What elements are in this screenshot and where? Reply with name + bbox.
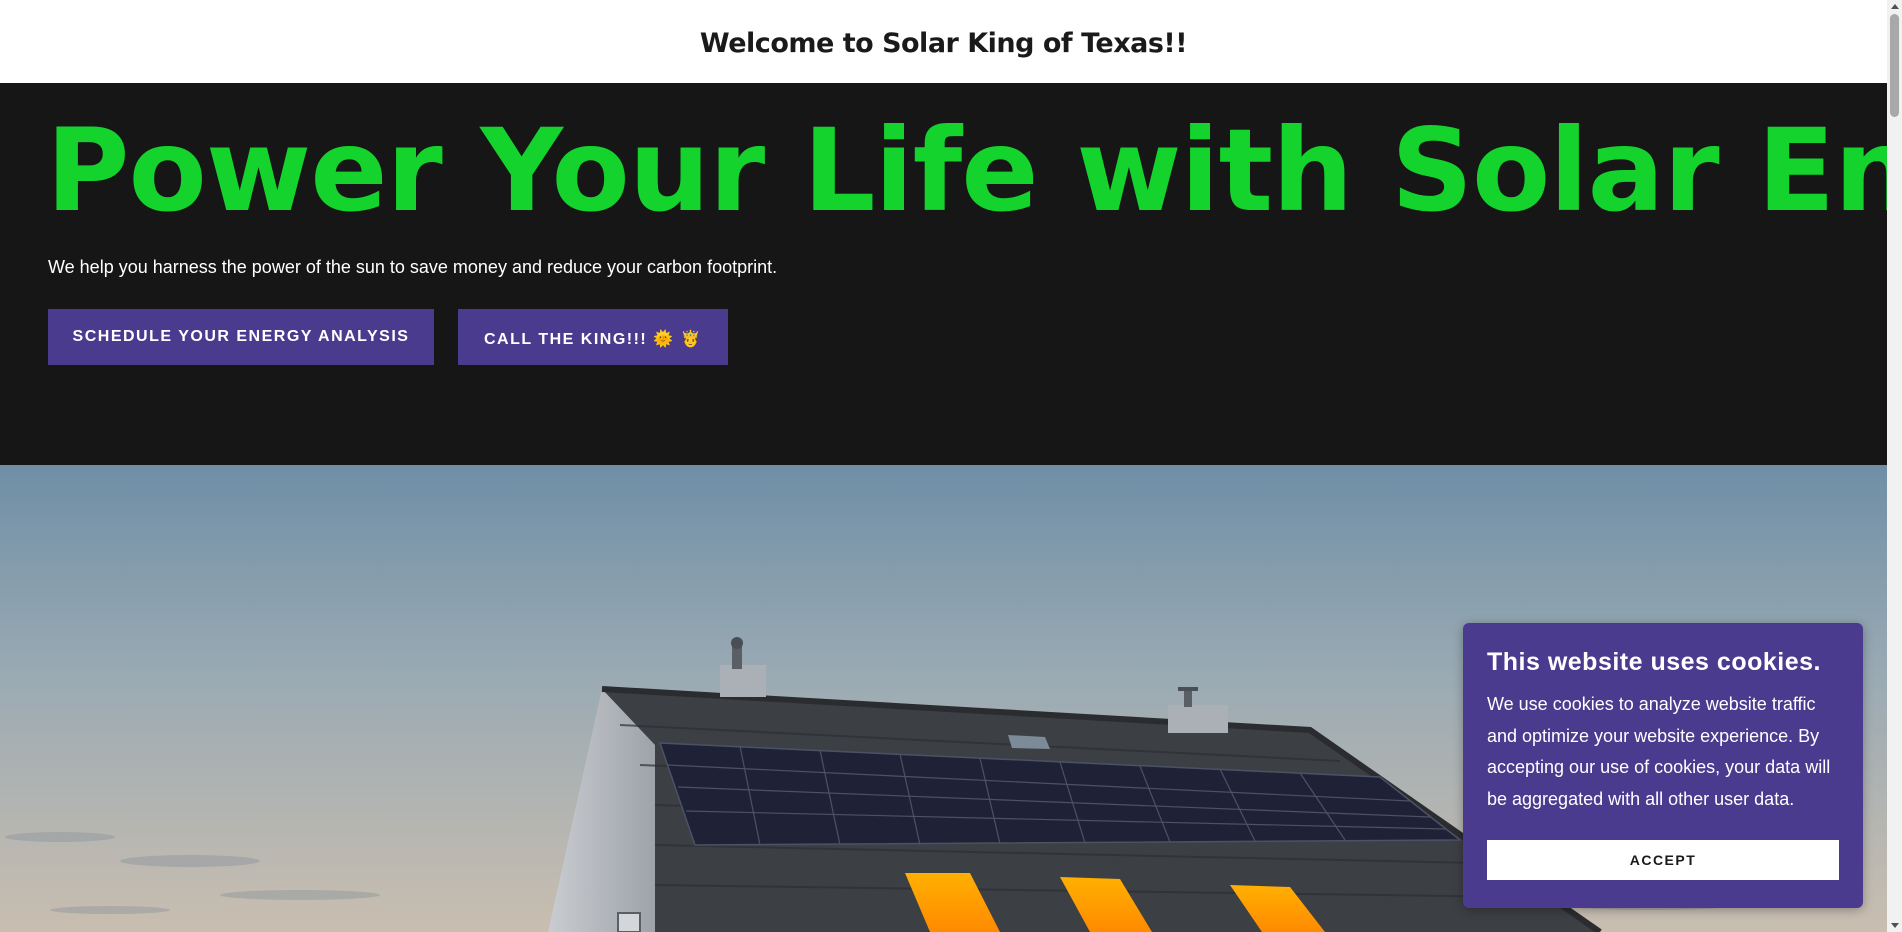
page: Welcome to Solar King of Texas!! Power Y… [0, 0, 1902, 932]
hero-section: Power Your Life with Solar Energy We hel… [0, 83, 1902, 465]
cookie-body: We use cookies to analyze website traffi… [1487, 694, 1831, 809]
accept-cookies-button[interactable]: ACCEPT [1487, 840, 1839, 880]
scroll-up-icon[interactable] [1891, 4, 1899, 9]
scrollbar[interactable] [1887, 0, 1902, 932]
cookie-banner: This website uses cookies. We use cookie… [1463, 623, 1863, 908]
announcement-bar: Welcome to Solar King of Texas!! [0, 0, 1887, 83]
scrollbar-thumb[interactable] [1890, 14, 1899, 117]
hero-title: Power Your Life with Solar Energy [46, 104, 1902, 237]
announcement-text: Welcome to Solar King of Texas!! [699, 28, 1188, 59]
cookie-title: This website uses cookies. [1487, 648, 1821, 676]
schedule-analysis-button[interactable]: SCHEDULE YOUR ENERGY ANALYSIS [48, 309, 434, 365]
call-the-king-button[interactable]: CALL THE KING!!! 🌞 🤴 [458, 309, 728, 365]
scroll-down-icon[interactable] [1891, 923, 1899, 928]
hero-subtitle: We help you harness the power of the sun… [48, 257, 778, 277]
